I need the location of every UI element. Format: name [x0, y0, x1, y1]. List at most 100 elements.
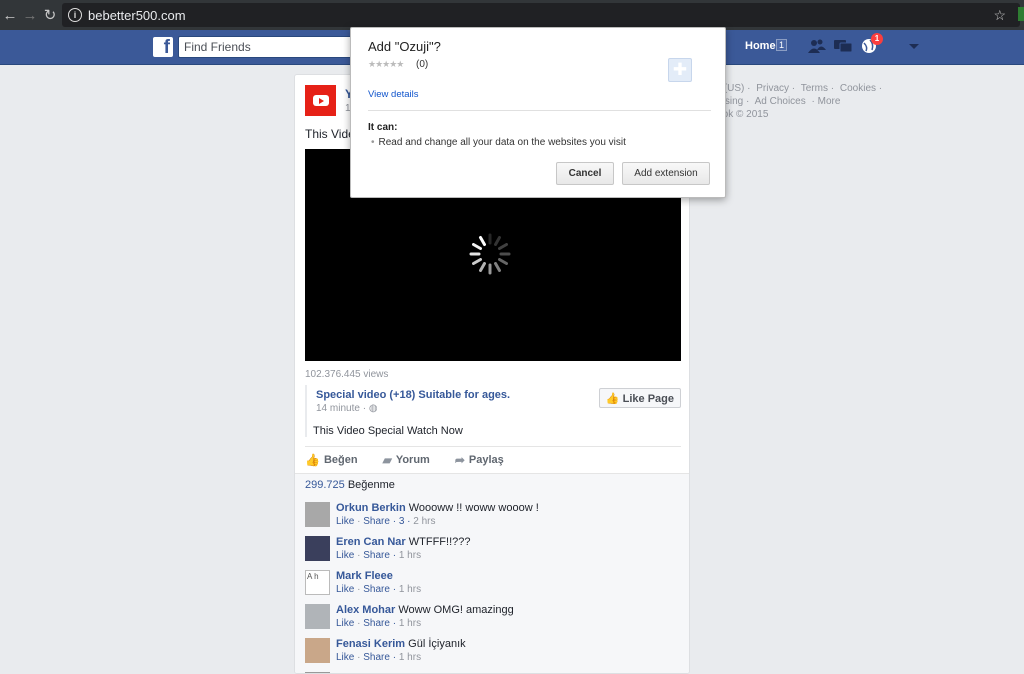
forward-icon[interactable]: →: [20, 7, 40, 24]
dialog-title: Add "Ozuji"?: [368, 39, 441, 54]
avatar[interactable]: [305, 604, 330, 629]
comment-extra: · 3 ·: [392, 516, 411, 527]
shared-post-title[interactable]: Special video (+18) Suitable for ages.: [316, 389, 510, 401]
comment-row: Alex Mohar Woww OMG! amazingg Like · Shar…: [305, 604, 681, 634]
comment-share-link[interactable]: Share: [363, 550, 390, 561]
info-icon[interactable]: i: [68, 8, 82, 22]
comment-time: 1 hrs: [398, 618, 422, 629]
footer-link-terms[interactable]: Terms ·: [801, 83, 834, 94]
comment-author[interactable]: Fenasi Kerim: [336, 638, 405, 650]
comment-text: WTFFF!!???: [408, 536, 471, 548]
comment-extra: ·: [392, 618, 397, 629]
comment-author[interactable]: Eren Can Nar: [336, 536, 406, 548]
friend-requests-icon[interactable]: [808, 38, 826, 54]
comment-extra: ·: [392, 584, 397, 595]
comment-row: Eren Can Nar WTFFF!!??? Like · Share · 1 …: [305, 536, 681, 566]
comment-meta: Like · Share · 1 hrs: [336, 652, 422, 663]
post-action-bar: 👍 Beğen ▰ Yorum ➦ Paylaş: [305, 446, 681, 472]
comment-row: Orkun Berkin Woooww !! woww wooow ! Like …: [305, 502, 681, 532]
comment-share-link[interactable]: Share: [363, 584, 390, 595]
comment-text: Woww OMG! amazingg: [398, 604, 514, 616]
comment-meta: Like · Share · 1 hrs: [336, 584, 422, 595]
view-count: 102.376.445 views: [305, 369, 389, 380]
like-button[interactable]: 👍 Beğen: [305, 453, 358, 467]
rating-count: (0): [416, 59, 429, 70]
likes-count[interactable]: 299.725 Beğenme: [305, 479, 395, 491]
comment-share-link[interactable]: Share: [363, 516, 390, 527]
permission-item: • Read and change all your data on the we…: [371, 137, 626, 148]
bookmark-star-icon[interactable]: ☆: [993, 7, 1006, 24]
comment-extra: ·: [392, 550, 397, 561]
avatar[interactable]: [305, 638, 330, 663]
right-footer-links: lish (US) · Privacy · Terms · Cookies · …: [706, 82, 926, 121]
url-text[interactable]: bebetter500.com: [88, 8, 186, 23]
comment-author[interactable]: Mark Fleee: [336, 570, 393, 582]
footer-link-more[interactable]: · More: [812, 96, 841, 107]
youtube-logo-icon[interactable]: [305, 85, 336, 116]
comment-row: A h Mark Fleee Like · Share · 1 hrs: [305, 570, 681, 600]
cancel-button[interactable]: Cancel: [556, 162, 614, 185]
thumbs-up-icon: 👍: [605, 393, 620, 405]
avatar[interactable]: [305, 536, 330, 561]
add-extension-button[interactable]: Add extension: [622, 162, 710, 185]
comment-button[interactable]: ▰ Yorum: [383, 453, 430, 467]
comment-like-link[interactable]: Like: [336, 652, 354, 663]
footer-link-cookies[interactable]: Cookies ·: [840, 83, 882, 94]
puzzle-piece-icon: ✚: [668, 58, 692, 82]
browser-toolbar: ← → ↻ i bebetter500.com ☆: [0, 0, 1024, 30]
thumbs-up-icon: 👍: [305, 452, 320, 467]
share-arrow-icon: ➦: [454, 452, 465, 467]
messages-icon[interactable]: [834, 38, 852, 54]
permissions-heading: It can:: [368, 122, 398, 133]
comment-body: Fenasi Kerim Gül İçiyanık: [336, 638, 466, 650]
account-menu-caret-icon[interactable]: [909, 44, 919, 49]
home-count-badge: 1: [776, 39, 788, 51]
facebook-logo[interactable]: f: [153, 37, 173, 57]
home-link[interactable]: Home: [745, 40, 776, 52]
comments-section: 299.725 Beğenme Orkun Berkin Woooww !! w…: [295, 473, 689, 673]
comment-author[interactable]: Orkun Berkin: [336, 502, 406, 514]
avatar[interactable]: A h: [305, 570, 330, 595]
add-extension-dialog: Add "Ozuji"? ★★★★★ (0) ✚ View details It…: [350, 27, 726, 198]
comment-share-link[interactable]: Share: [363, 652, 390, 663]
comment-body: Eren Can Nar WTFFF!!???: [336, 536, 471, 548]
footer-copyright: ebook © 2015: [706, 109, 769, 120]
extension-icon[interactable]: [1018, 7, 1024, 21]
comment-like-link[interactable]: Like: [336, 618, 354, 629]
view-details-link[interactable]: View details: [368, 89, 419, 100]
avatar[interactable]: [305, 502, 330, 527]
comment-share-link[interactable]: Share: [363, 618, 390, 629]
rating-stars-icon: ★★★★★: [368, 59, 404, 69]
comment-body: Mark Fleee: [336, 570, 393, 582]
comment-like-link[interactable]: Like: [336, 516, 354, 527]
comment-meta: Like · Share · 1 hrs: [336, 550, 422, 561]
comment-body: Orkun Berkin Woooww !! woww wooow !: [336, 502, 539, 514]
comment-time: 1 hrs: [398, 652, 422, 663]
comment-time: 1 hrs: [398, 550, 422, 561]
loading-spinner-icon: [469, 233, 511, 275]
comment-icon: ▰: [382, 452, 392, 467]
notification-count-badge: 1: [871, 33, 883, 45]
comment-author[interactable]: Alex Mohar: [336, 604, 395, 616]
comment-extra: ·: [392, 652, 397, 663]
share-button[interactable]: ➦ Paylaş: [455, 453, 504, 467]
search-input[interactable]: Find Friends: [178, 36, 358, 58]
shared-post-description: This Video Special Watch Now: [313, 425, 463, 437]
comment-like-link[interactable]: Like: [336, 584, 354, 595]
comment-text: Woooww !! woww wooow !: [408, 502, 539, 514]
comment-like-link[interactable]: Like: [336, 550, 354, 561]
comment-row: Fenasi Kerim Gül İçiyanık Like · Share · …: [305, 638, 681, 668]
comment-text: Gül İçiyanık: [408, 638, 466, 650]
comment-body: Alex Mohar Woww OMG! amazingg: [336, 604, 514, 616]
address-bar[interactable]: i bebetter500.com ☆: [62, 3, 1020, 27]
footer-link-privacy[interactable]: Privacy ·: [756, 83, 795, 94]
globe-icon: ◍: [368, 403, 378, 414]
comment-time: 2 hrs: [413, 516, 436, 527]
comment-meta: Like · Share · 1 hrs: [336, 618, 422, 629]
footer-link-adchoices[interactable]: Ad Choices: [755, 96, 806, 107]
reload-icon[interactable]: ↻: [40, 6, 60, 24]
dialog-divider: [368, 110, 711, 111]
shared-post-time: 14 minute · ◍: [316, 403, 378, 414]
back-icon[interactable]: ←: [0, 7, 20, 24]
like-page-button[interactable]: 👍 Like Page: [598, 388, 681, 408]
